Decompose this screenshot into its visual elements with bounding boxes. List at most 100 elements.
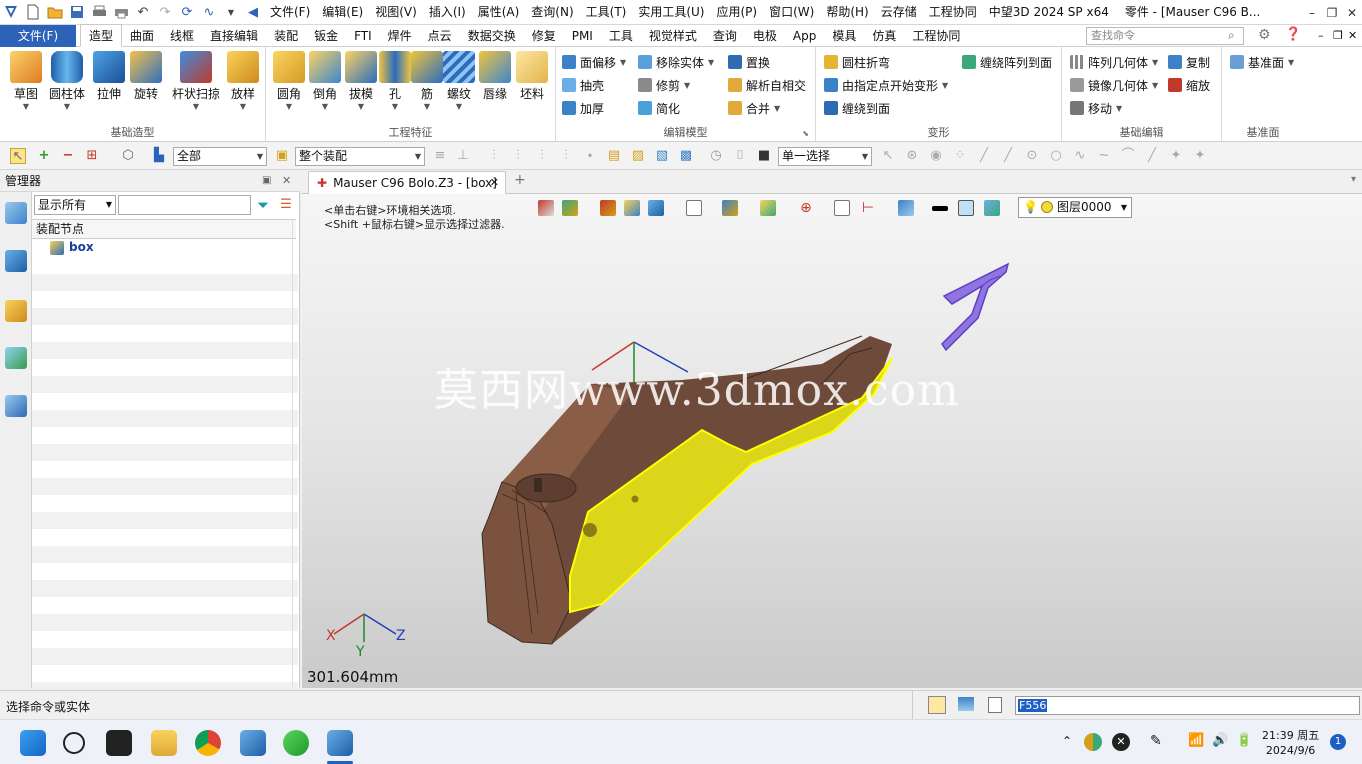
- tab-engineering-collab[interactable]: 工程协同: [904, 25, 968, 47]
- mirror-geometry-button[interactable]: 镜像几何体 ▼: [1070, 75, 1158, 95]
- new-tab-icon[interactable]: +: [514, 172, 526, 188]
- polygon-select-icon[interactable]: ⬡: [120, 148, 136, 164]
- panel-pin-icon[interactable]: ▣: [262, 170, 271, 192]
- cylinder-bend-button[interactable]: 圆柱折弯: [824, 52, 890, 72]
- simplify-button[interactable]: 简化: [638, 98, 680, 118]
- snap-tool-2-icon[interactable]: ⊛: [904, 148, 920, 164]
- menu-edit[interactable]: 编辑(E): [316, 0, 369, 25]
- sweep-button[interactable]: 杆状扫掠 ▼: [170, 51, 222, 112]
- edit-group-expand-icon[interactable]: ⬊: [802, 129, 809, 138]
- tab-repair[interactable]: 修复: [524, 25, 564, 47]
- filter-combo[interactable]: 全部 ▼: [173, 147, 267, 166]
- system-clock[interactable]: 21:39 周五 2024/9/6: [1262, 728, 1319, 758]
- tab-menu-icon[interactable]: ▾: [1351, 174, 1356, 185]
- self-intersect-button[interactable]: 解析自相交: [728, 75, 806, 95]
- stop-icon[interactable]: ■: [756, 148, 772, 164]
- menu-window[interactable]: 窗口(W): [763, 0, 820, 25]
- tab-wireframe[interactable]: 线框: [162, 25, 202, 47]
- tab-fti[interactable]: FTI: [346, 25, 380, 47]
- file-explorer-icon[interactable]: [151, 730, 177, 756]
- tab-app[interactable]: App: [785, 25, 824, 47]
- extrude-button[interactable]: 拉伸: [90, 51, 128, 102]
- app-bear-icon[interactable]: [240, 730, 266, 756]
- undo-icon[interactable]: ↶: [132, 0, 154, 25]
- thicken-button[interactable]: 加厚: [562, 98, 604, 118]
- menu-query[interactable]: 查询(N): [525, 0, 579, 25]
- search-icon[interactable]: ⌕: [1228, 28, 1235, 43]
- tray-chevron-icon[interactable]: ⌃: [1062, 734, 1072, 748]
- spring-part[interactable]: [941, 262, 1010, 352]
- volume-icon[interactable]: 🔊: [1212, 733, 1228, 748]
- select-tool-1-icon[interactable]: ⫶: [486, 148, 502, 164]
- tab-pmi[interactable]: PMI: [564, 25, 601, 47]
- menu-cloud[interactable]: 云存储: [875, 0, 923, 25]
- tab-sheetmetal[interactable]: 钣金: [306, 25, 346, 47]
- status-document-icon[interactable]: [988, 697, 1002, 713]
- face-offset-button[interactable]: 面偏移 ▼: [562, 52, 626, 72]
- tab-query[interactable]: 查询: [705, 25, 745, 47]
- menu-utilities[interactable]: 实用工具(U): [632, 0, 710, 25]
- part-manager-icon[interactable]: [5, 300, 27, 322]
- command-search-input[interactable]: 查找命令: [1086, 27, 1244, 45]
- wechat-icon[interactable]: [283, 730, 309, 756]
- curve-tool-icon[interactable]: ∿: [1072, 148, 1088, 164]
- select-tool-3-icon[interactable]: ⫶: [534, 148, 550, 164]
- tree-filter-icon[interactable]: ⏷: [253, 195, 273, 215]
- tab-data-exchange[interactable]: 数据交换: [460, 25, 524, 47]
- quick-access-dropdown-icon[interactable]: ▼: [220, 0, 242, 25]
- tab-weldment[interactable]: 焊件: [380, 25, 420, 47]
- select-tool-5-icon[interactable]: ⬩: [582, 148, 598, 164]
- wifi-icon[interactable]: 📶: [1188, 733, 1204, 748]
- snap-tool-3-icon[interactable]: ◉: [928, 148, 944, 164]
- tab-assembly[interactable]: 装配: [266, 25, 306, 47]
- menu-insert[interactable]: 插入(I): [423, 0, 472, 25]
- menu-view[interactable]: 视图(V): [369, 0, 423, 25]
- history-icon[interactable]: ◷: [708, 148, 724, 164]
- sketch-mode-icon[interactable]: ∿: [198, 0, 220, 25]
- regenerate-icon[interactable]: ⟳: [176, 0, 198, 25]
- assembly-scope-combo[interactable]: 整个装配 ▼: [295, 147, 425, 166]
- folder-tool-icon[interactable]: ▨: [630, 148, 646, 164]
- panel-close-icon[interactable]: ✕: [282, 170, 291, 192]
- settings-gear-icon[interactable]: ⚙: [1258, 27, 1271, 43]
- view-tool-icon[interactable]: ▧: [654, 148, 670, 164]
- arc-tool-icon[interactable]: ⌒: [1120, 148, 1136, 164]
- doc-tab-close-icon[interactable]: ✕: [490, 172, 499, 194]
- open-folder-icon[interactable]: [44, 0, 66, 25]
- tray-close-app-icon[interactable]: ✕: [1112, 733, 1130, 751]
- user-manager-icon[interactable]: [5, 395, 27, 417]
- box-select-icon[interactable]: ⊞: [84, 148, 100, 164]
- print-preview-icon[interactable]: [110, 0, 132, 25]
- pick-icon[interactable]: ⊥: [455, 148, 471, 164]
- scale-button[interactable]: 缩放: [1168, 75, 1210, 95]
- wrap-to-face-button[interactable]: 缠绕到面: [824, 98, 890, 118]
- status-toggle-icon[interactable]: [928, 696, 946, 714]
- nav-back-icon[interactable]: ◀: [242, 0, 264, 25]
- filter-icon[interactable]: ▙: [151, 148, 167, 164]
- tab-simulation[interactable]: 仿真: [864, 25, 904, 47]
- cylinder-button[interactable]: 圆柱体 ▼: [48, 51, 86, 112]
- pattern-geometry-button[interactable]: 阵列几何体 ▼: [1070, 52, 1158, 72]
- minimize-icon[interactable]: –: [1302, 0, 1322, 25]
- app-logo-icon[interactable]: [0, 0, 22, 25]
- curve-tool-2-icon[interactable]: ∼: [1096, 148, 1112, 164]
- search-taskbar-icon[interactable]: [63, 732, 85, 754]
- tray-pen-icon[interactable]: ✎: [1150, 733, 1162, 749]
- 3d-viewport[interactable]: <单击右键>环境相关选项. <Shift +鼠标右键>显示选择过滤器. ⊕ ⊢ …: [302, 194, 1362, 688]
- select-tool-4-icon[interactable]: ⫶: [558, 148, 574, 164]
- print-icon[interactable]: [88, 0, 110, 25]
- document-tab[interactable]: ✚ Mauser C96 Bolo.Z3 - [box] ✕: [308, 171, 506, 195]
- menu-collab[interactable]: 工程协同: [923, 0, 983, 25]
- remove-solid-button[interactable]: 移除实体 ▼: [638, 52, 714, 72]
- snap-tool-4-icon[interactable]: ⁘: [952, 148, 968, 164]
- shape-tool-icon[interactable]: ✦: [1168, 148, 1184, 164]
- new-file-icon[interactable]: [22, 0, 44, 25]
- windows-start-icon[interactable]: [20, 730, 46, 756]
- history-manager-icon[interactable]: [5, 202, 27, 224]
- file-menu-button[interactable]: 文件(F): [0, 24, 76, 47]
- wrap-pattern-button[interactable]: 缠绕阵列到面: [962, 52, 1052, 72]
- menu-attribute[interactable]: 属性(A): [472, 0, 526, 25]
- chrome-icon[interactable]: [195, 730, 221, 756]
- doc-minimize-icon[interactable]: –: [1318, 29, 1324, 42]
- status-screen-icon[interactable]: [958, 697, 974, 711]
